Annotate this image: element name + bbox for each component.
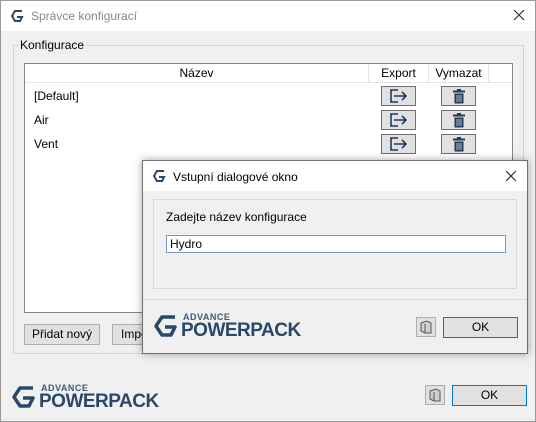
column-header-delete[interactable]: Vymazat — [429, 64, 489, 83]
delete-button[interactable] — [441, 86, 476, 106]
column-header-name[interactable]: Název — [25, 64, 369, 83]
export-button[interactable] — [381, 110, 416, 130]
brand-powerpack-text: POWERPACK — [39, 391, 159, 412]
group-legend: Konfigurace — [18, 38, 87, 52]
export-icon — [389, 137, 407, 151]
brand-logo: ADVANCE POWERPACK — [153, 312, 303, 342]
config-name-input[interactable] — [166, 235, 506, 253]
row-name: [Default] — [34, 89, 79, 103]
close-icon[interactable] — [503, 168, 519, 184]
dialog-ok-button[interactable]: OK — [443, 317, 518, 338]
title-bar: Správce konfigurací — [1, 1, 535, 31]
advance-g-logo-icon — [12, 386, 35, 408]
dialog-body: Zadejte název konfigurace — [153, 199, 517, 289]
help-book-icon — [429, 388, 441, 402]
input-dialog: Vstupní dialogové okno Zadejte název kon… — [142, 160, 528, 354]
column-header-export[interactable]: Export — [369, 64, 429, 83]
table-header: Název Export Vymazat — [25, 64, 512, 83]
dialog-footer: ADVANCE POWERPACK OK — [143, 299, 527, 353]
dialog-title-bar: Vstupní dialogové okno — [143, 161, 527, 191]
export-button[interactable] — [381, 134, 416, 154]
brand-logo: ADVANCE POWERPACK — [11, 383, 161, 413]
export-icon — [389, 113, 407, 127]
help-button[interactable] — [416, 317, 436, 337]
table-row[interactable]: Air — [25, 109, 512, 133]
advance-g-logo-icon — [10, 10, 24, 22]
export-button[interactable] — [381, 86, 416, 106]
advance-g-logo-icon — [152, 170, 166, 182]
table-row[interactable]: Vent — [25, 133, 512, 157]
export-icon — [389, 89, 407, 103]
delete-button[interactable] — [441, 134, 476, 154]
help-button[interactable] — [425, 385, 445, 405]
trash-icon — [452, 136, 465, 151]
config-name-label: Zadejte název konfigurace — [166, 210, 307, 224]
brand-powerpack-text: POWERPACK — [181, 320, 301, 341]
table-row[interactable]: [Default] — [25, 85, 512, 109]
advance-g-logo-icon — [154, 315, 177, 337]
help-book-icon — [420, 320, 432, 334]
trash-icon — [452, 112, 465, 127]
close-icon[interactable] — [511, 7, 527, 23]
add-new-button[interactable]: Přidat nový — [24, 324, 100, 345]
dialog-title: Vstupní dialogové okno — [173, 170, 298, 184]
window-title: Správce konfigurací — [31, 9, 138, 23]
delete-button[interactable] — [441, 110, 476, 130]
row-name: Vent — [34, 137, 59, 151]
row-name: Air — [34, 113, 49, 127]
ok-button[interactable]: OK — [452, 385, 527, 406]
trash-icon — [452, 88, 465, 103]
